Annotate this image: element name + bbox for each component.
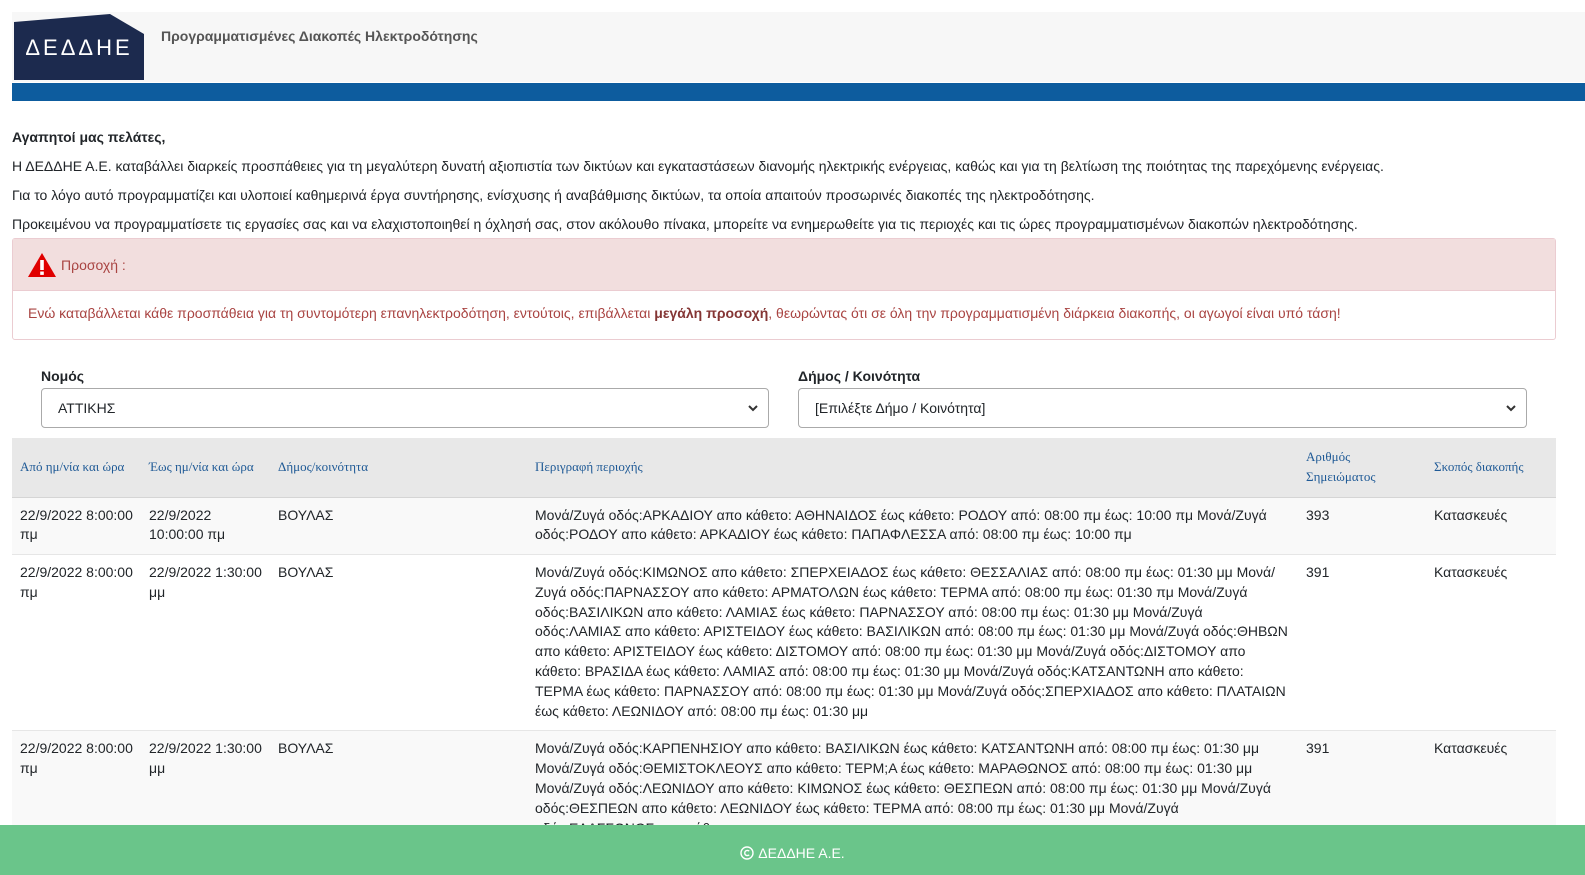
column-header-from[interactable]: Από ημ/νία και ώρα	[12, 438, 141, 498]
page-title: Προγραμματισμένες Διακοπές Ηλεκτροδότηση…	[161, 28, 478, 44]
outages-table-container: Από ημ/νία και ώρα Έως ημ/νία και ώρα Δή…	[12, 438, 1556, 826]
table-header-row: Από ημ/νία και ώρα Έως ημ/νία και ώρα Δή…	[12, 438, 1556, 498]
intro-paragraph-3: Προκειμένου να προγραμματίσετε τις εργασ…	[12, 216, 1358, 232]
cell-note-number: 393	[1298, 497, 1426, 556]
deddie-logo[interactable]: ΔΕΔΔΗΕ	[14, 14, 144, 80]
cell-purpose: Κατασκευές	[1426, 554, 1556, 732]
cell-to: 22/9/2022 1:30:00 μμ	[141, 730, 270, 826]
cell-from: 22/9/2022 8:00:00 πμ	[12, 730, 141, 826]
chevron-down-icon	[1504, 401, 1518, 415]
column-header-to[interactable]: Έως ημ/νία και ώρα	[141, 438, 270, 498]
cell-municipality: ΒΟΥΛΑΣ	[270, 730, 527, 826]
intro-section: Αγαπητοί μας πελάτες, Η ΔΕΔΔΗΕ Α.Ε. κατα…	[12, 123, 1572, 239]
cell-municipality: ΒΟΥΛΑΣ	[270, 497, 527, 556]
greeting: Αγαπητοί μας πελάτες,	[12, 129, 166, 145]
prefecture-filter: Νομός ΑΤΤΙΚΗΣ	[41, 368, 769, 428]
alert-text-emphasis: μεγάλη προσοχή	[654, 305, 769, 321]
column-header-area[interactable]: Περιγραφή περιοχής	[527, 438, 1298, 498]
alert-text-start: Ενώ καταβάλλεται κάθε προσπάθεια για τη …	[28, 305, 655, 321]
municipality-selected-value: [Επιλέξτε Δήμο / Κοινότητα]	[815, 400, 986, 416]
header-accent-bar	[12, 83, 1585, 101]
column-header-note-number[interactable]: Αριθμός Σημειώματος	[1298, 438, 1426, 498]
footer-text: ΔΕΔΔΗΕ Α.Ε.	[758, 845, 845, 861]
cell-municipality: ΒΟΥΛΑΣ	[270, 554, 527, 732]
cell-from: 22/9/2022 8:00:00 πμ	[12, 554, 141, 732]
site-header: ΔΕΔΔΗΕ Προγραμματισμένες Διακοπές Ηλεκτρ…	[12, 12, 1585, 82]
chevron-down-icon	[746, 401, 760, 415]
logo-text: ΔΕΔΔΗΕ	[25, 35, 133, 60]
table-row: 22/9/2022 8:00:00 πμ 22/9/2022 1:30:00 μ…	[12, 554, 1556, 732]
warning-triangle-icon	[27, 252, 57, 278]
table-row: 22/9/2022 8:00:00 πμ 22/9/2022 1:30:00 μ…	[12, 730, 1556, 826]
table-row: 22/9/2022 8:00:00 πμ 22/9/2022 10:00:00 …	[12, 497, 1556, 556]
cell-area: Μονά/Ζυγά οδός:ΚΙΜΩΝΟΣ απο κάθετο: ΣΠΕΡΧ…	[527, 554, 1298, 732]
intro-paragraph-2: Για το λόγο αυτό προγραμματίζει και υλοπ…	[12, 187, 1095, 203]
cell-to: 22/9/2022 10:00:00 πμ	[141, 497, 270, 556]
alert-text-end: , θεωρώντας ότι σε όλη την προγραμματισμ…	[768, 305, 1341, 321]
cell-purpose: Κατασκευές	[1426, 497, 1556, 556]
municipality-filter: Δήμος / Κοινότητα [Επιλέξτε Δήμο / Κοινό…	[798, 368, 1527, 428]
outages-table: Από ημ/νία και ώρα Έως ημ/νία και ώρα Δή…	[12, 438, 1556, 826]
cell-purpose: Κατασκευές	[1426, 730, 1556, 826]
cell-area: Μονά/Ζυγά οδός:ΑΡΚΑΔΙΟΥ απο κάθετο: ΑΘΗΝ…	[527, 497, 1298, 556]
warning-alert: Προσοχή : Ενώ καταβάλλεται κάθε προσπάθε…	[12, 238, 1556, 340]
column-header-purpose[interactable]: Σκοπός διακοπής	[1426, 438, 1556, 498]
municipality-label: Δήμος / Κοινότητα	[798, 368, 921, 384]
site-footer: ΔΕΔΔΗΕ Α.Ε.	[0, 825, 1585, 875]
alert-body: Ενώ καταβάλλεται κάθε προσπάθεια για τη …	[13, 291, 1555, 321]
alert-title: Προσοχή :	[61, 256, 126, 273]
column-header-municipality[interactable]: Δήμος/κοινότητα	[270, 438, 527, 498]
cell-from: 22/9/2022 8:00:00 πμ	[12, 497, 141, 556]
prefecture-selected-value: ΑΤΤΙΚΗΣ	[58, 400, 116, 416]
cell-note-number: 391	[1298, 554, 1426, 732]
prefecture-label: Νομός	[41, 368, 85, 384]
copyright-icon	[740, 846, 754, 860]
cell-to: 22/9/2022 1:30:00 μμ	[141, 554, 270, 732]
municipality-select[interactable]: [Επιλέξτε Δήμο / Κοινότητα]	[798, 388, 1527, 428]
cell-area: Μονά/Ζυγά οδός:ΚΑΡΠΕΝΗΣΙΟΥ απο κάθετο: Β…	[527, 730, 1298, 826]
cell-note-number: 391	[1298, 730, 1426, 826]
intro-paragraph-1: Η ΔΕΔΔΗΕ Α.Ε. καταβάλλει διαρκείς προσπά…	[12, 158, 1384, 174]
prefecture-select[interactable]: ΑΤΤΙΚΗΣ	[41, 388, 769, 428]
alert-header: Προσοχή :	[13, 239, 1555, 291]
